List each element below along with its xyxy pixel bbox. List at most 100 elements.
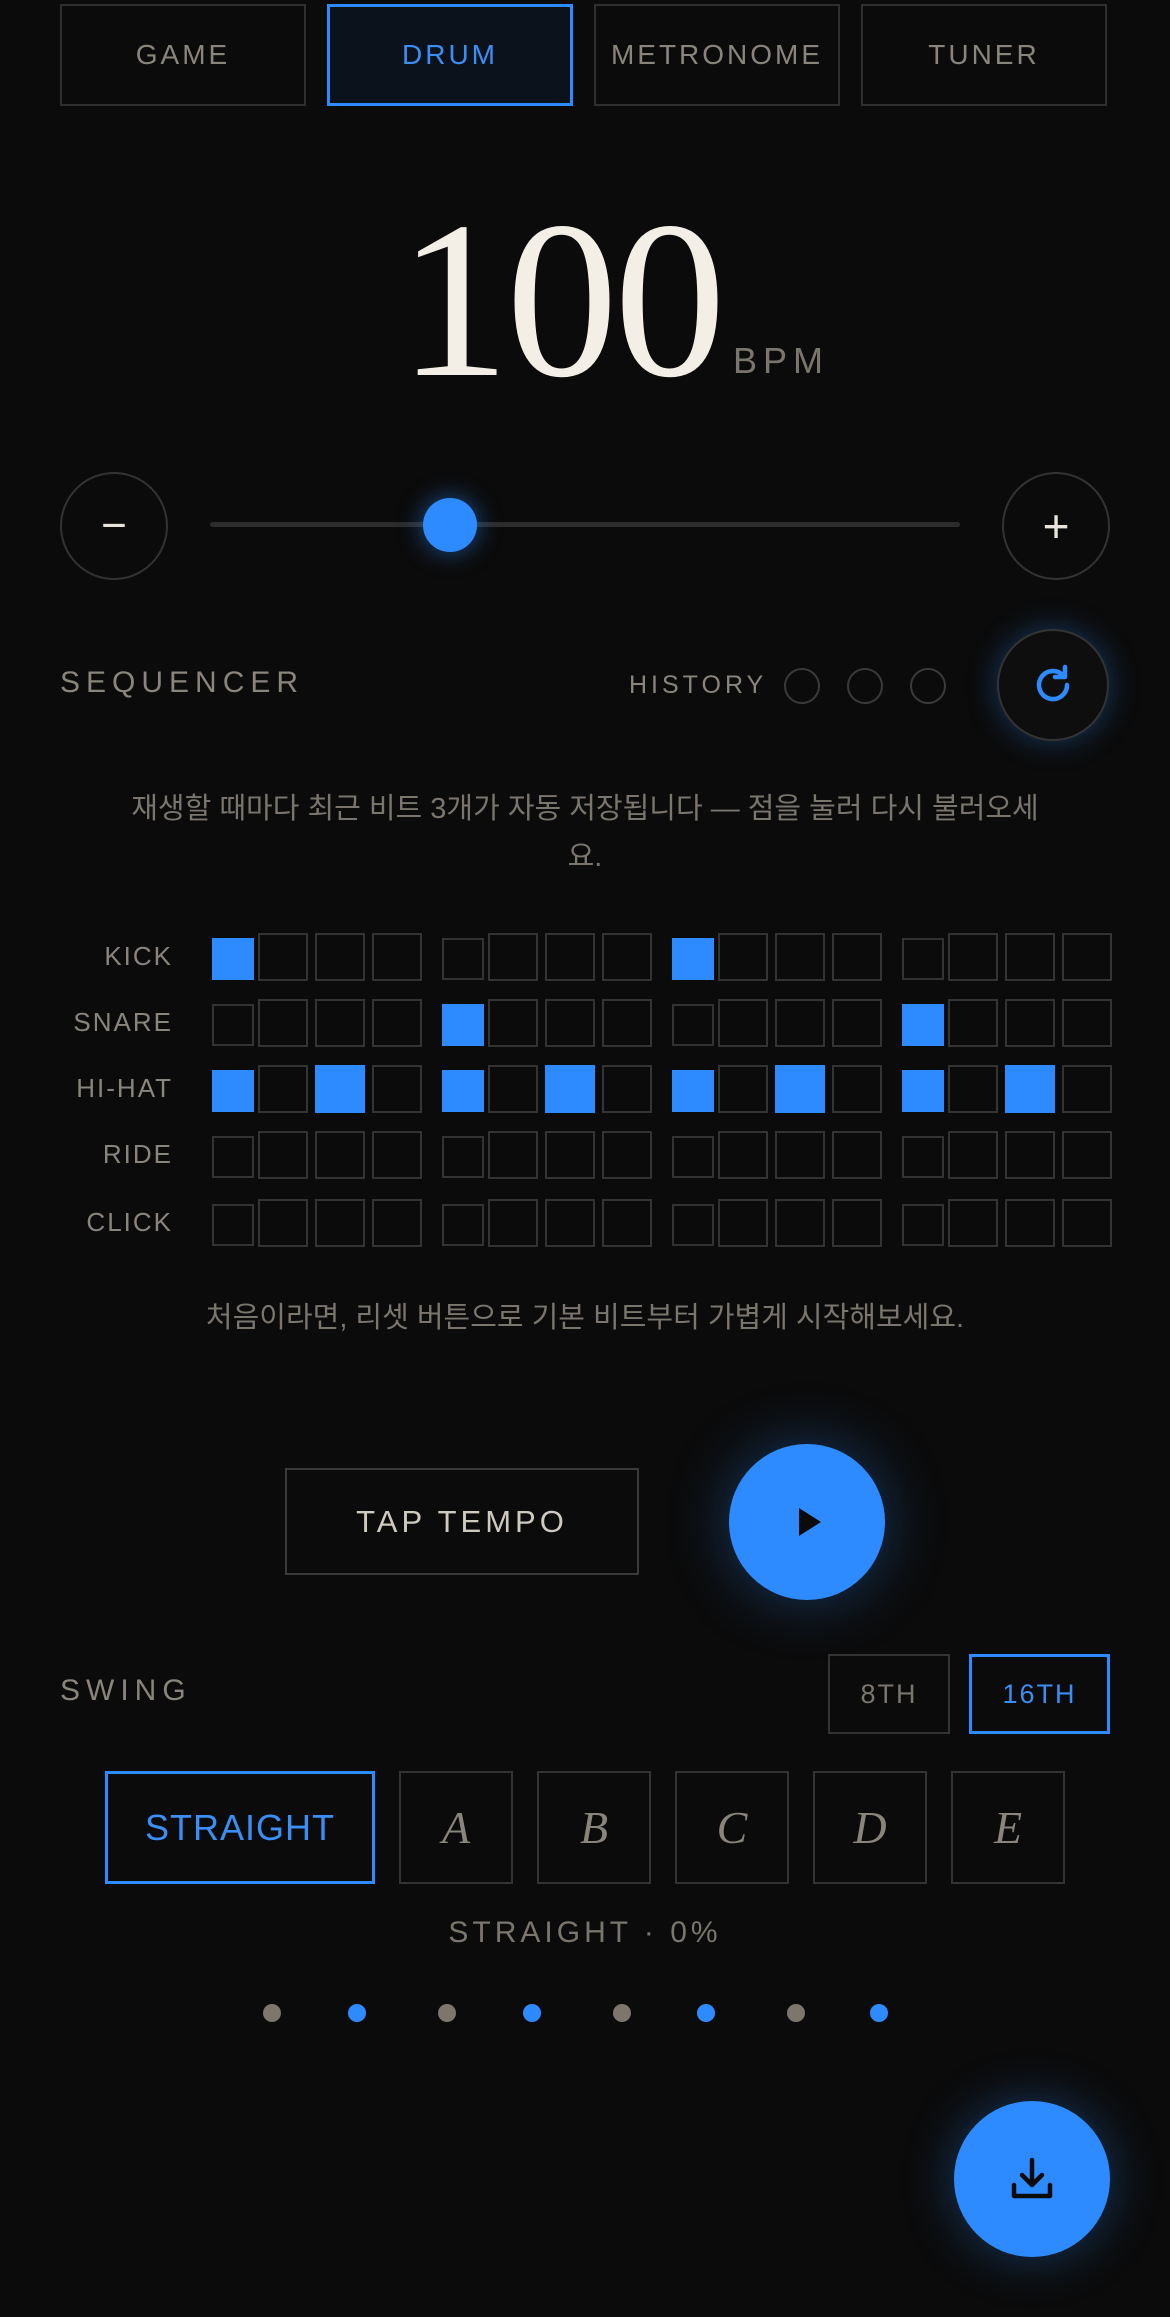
step-cell[interactable] [1005,1065,1055,1113]
step-cell[interactable] [672,938,714,980]
step-cell[interactable] [442,1136,484,1178]
step-cell[interactable] [775,1065,825,1113]
step-cell[interactable] [1005,933,1055,981]
step-cell[interactable] [442,1070,484,1112]
step-cell[interactable] [948,1199,998,1247]
download-button[interactable] [954,2101,1110,2257]
swing-preset-c[interactable]: C [675,1771,789,1884]
step-cell[interactable] [545,1131,595,1179]
step-cell[interactable] [902,1136,944,1178]
step-cell[interactable] [948,933,998,981]
step-cell[interactable] [442,1004,484,1046]
swing-preset-b[interactable]: B [537,1771,651,1884]
step-cell[interactable] [602,1199,652,1247]
step-cell[interactable] [948,1065,998,1113]
resolution-16th-button[interactable]: 16TH [969,1654,1110,1734]
history-slot-1[interactable] [784,668,820,704]
step-cell[interactable] [488,1131,538,1179]
tap-tempo-button[interactable]: TAP TEMPO [285,1468,639,1575]
step-cell[interactable] [775,933,825,981]
step-cell[interactable] [832,933,882,981]
step-cell[interactable] [718,1199,768,1247]
step-cell[interactable] [545,1065,595,1113]
step-cell[interactable] [315,1065,365,1113]
tempo-slider-thumb[interactable] [423,498,477,552]
step-cell[interactable] [488,999,538,1047]
step-cell[interactable] [718,933,768,981]
step-cell[interactable] [602,1065,652,1113]
step-cell[interactable] [672,1070,714,1112]
history-slot-2[interactable] [847,668,883,704]
step-cell[interactable] [212,1004,254,1046]
step-cell[interactable] [1005,1199,1055,1247]
step-cell[interactable] [258,933,308,981]
step-cell[interactable] [718,999,768,1047]
step-cell[interactable] [545,1199,595,1247]
step-cell[interactable] [545,933,595,981]
step-cell[interactable] [488,1199,538,1247]
step-cell[interactable] [372,1065,422,1113]
swing-preset-straight[interactable]: STRAIGHT [105,1771,375,1884]
step-cell[interactable] [212,1204,254,1246]
step-cell[interactable] [602,933,652,981]
step-cell[interactable] [832,1199,882,1247]
step-cell[interactable] [902,1004,944,1046]
step-cell[interactable] [672,1204,714,1246]
step-cell[interactable] [372,1199,422,1247]
resolution-8th-button[interactable]: 8TH [828,1654,950,1734]
tab-metronome[interactable]: METRONOME [594,4,840,106]
step-cell[interactable] [775,999,825,1047]
swing-preset-e[interactable]: E [951,1771,1065,1884]
step-cell[interactable] [1062,933,1112,981]
step-cell[interactable] [1005,1131,1055,1179]
step-cell[interactable] [832,1065,882,1113]
tempo-slider-track[interactable] [210,522,960,527]
step-cell[interactable] [602,1131,652,1179]
step-cell[interactable] [902,1204,944,1246]
step-cell[interactable] [442,938,484,980]
step-cell[interactable] [832,1131,882,1179]
step-cell[interactable] [672,1004,714,1046]
tab-game[interactable]: GAME [60,4,306,106]
swing-preset-d[interactable]: D [813,1771,927,1884]
step-cell[interactable] [315,999,365,1047]
step-cell[interactable] [775,1199,825,1247]
step-cell[interactable] [832,999,882,1047]
history-slot-3[interactable] [910,668,946,704]
step-cell[interactable] [948,999,998,1047]
step-cell[interactable] [212,1136,254,1178]
step-cell[interactable] [672,1136,714,1178]
step-cell[interactable] [315,1199,365,1247]
step-cell[interactable] [1062,999,1112,1047]
step-cell[interactable] [442,1204,484,1246]
step-cell[interactable] [258,1065,308,1113]
step-cell[interactable] [212,1070,254,1112]
tab-drum[interactable]: DRUM [327,4,573,106]
swing-preset-a[interactable]: A [399,1771,513,1884]
step-cell[interactable] [602,999,652,1047]
step-cell[interactable] [315,933,365,981]
decrease-tempo-button[interactable]: − [60,472,168,580]
step-cell[interactable] [212,938,254,980]
step-cell[interactable] [1062,1065,1112,1113]
step-cell[interactable] [1062,1131,1112,1179]
step-cell[interactable] [258,1131,308,1179]
step-cell[interactable] [1062,1199,1112,1247]
step-cell[interactable] [488,1065,538,1113]
step-cell[interactable] [718,1131,768,1179]
step-cell[interactable] [372,999,422,1047]
reset-button[interactable] [997,629,1109,741]
step-cell[interactable] [258,1199,308,1247]
step-cell[interactable] [948,1131,998,1179]
increase-tempo-button[interactable]: + [1002,472,1110,580]
step-cell[interactable] [488,933,538,981]
step-cell[interactable] [372,1131,422,1179]
step-cell[interactable] [545,999,595,1047]
step-cell[interactable] [1005,999,1055,1047]
step-cell[interactable] [902,1070,944,1112]
step-cell[interactable] [258,999,308,1047]
tab-tuner[interactable]: TUNER [861,4,1107,106]
step-cell[interactable] [718,1065,768,1113]
step-cell[interactable] [372,933,422,981]
step-cell[interactable] [315,1131,365,1179]
